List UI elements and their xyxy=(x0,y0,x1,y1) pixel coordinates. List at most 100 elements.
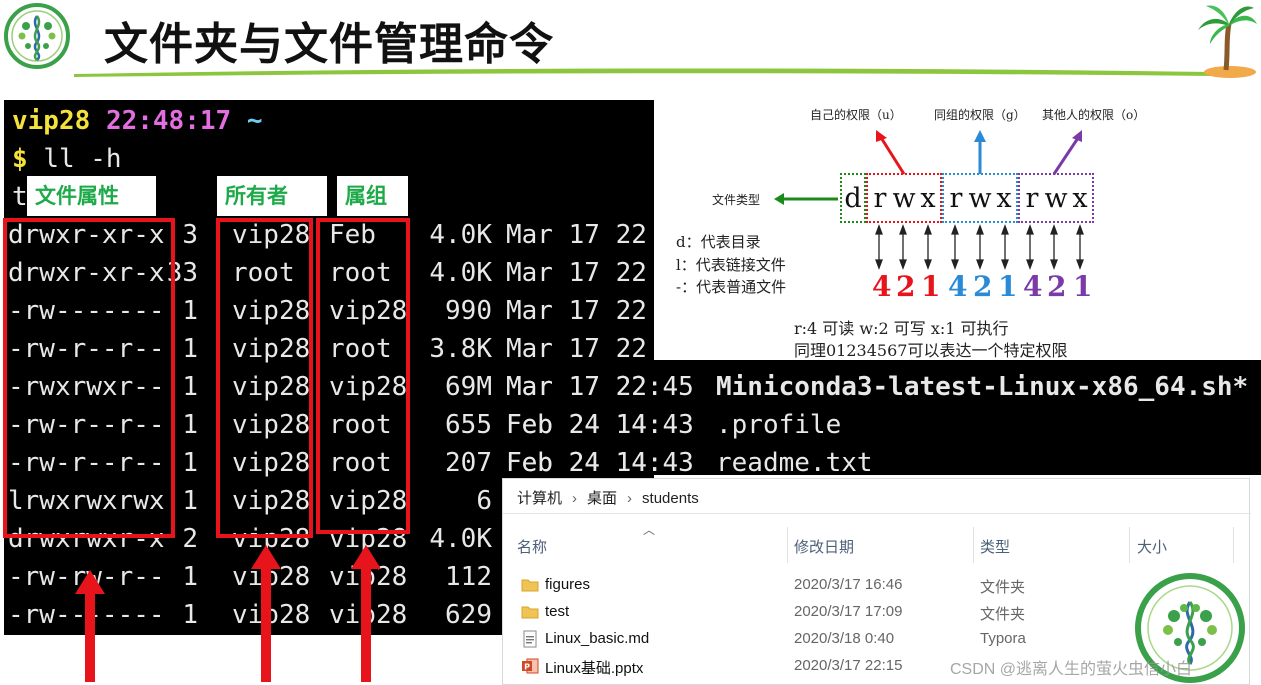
column-divider[interactable] xyxy=(973,527,974,563)
column-header-name[interactable]: 名称 xyxy=(517,536,547,557)
permission-number: 2 xyxy=(896,270,916,303)
row-size: 207 xyxy=(445,448,492,478)
powerpoint-file-icon: P xyxy=(522,658,539,674)
command-text: ll -h xyxy=(43,144,122,174)
column-divider[interactable] xyxy=(1233,527,1234,563)
prompt-line: vip28 22:48:17 ~ xyxy=(12,102,262,140)
permission-summary: 同理01234567可以表达一个特定权限 xyxy=(794,341,1068,360)
row-size: 3.8K xyxy=(429,334,492,364)
sort-ascending-icon: ︿ xyxy=(643,523,656,537)
file-type: 文件夹 xyxy=(980,579,1026,596)
row-date: Mar 17 22 xyxy=(506,296,647,326)
row-size: 6 xyxy=(476,486,492,516)
column-header-date[interactable]: 修改日期 xyxy=(794,536,854,557)
total-line: t xyxy=(12,182,28,212)
user-rwx-box: r w x xyxy=(866,173,942,223)
perm-char: x xyxy=(920,182,936,214)
folder-icon xyxy=(521,579,539,592)
perm-column-highlight xyxy=(3,218,175,538)
label-group: 属组 xyxy=(337,176,408,216)
row-size: 4.0K xyxy=(429,220,492,250)
row-date-full: Feb 24 14:43 xyxy=(506,410,694,440)
row-size: 69M xyxy=(445,372,492,402)
file-modified-date: 2020/3/17 22:15 xyxy=(794,657,903,674)
file-type: Typora xyxy=(980,630,1026,647)
row-date: Mar 17 22 xyxy=(506,258,647,288)
file-modified-date: 2020/3/17 16:46 xyxy=(794,576,903,593)
row-date: Mar 17 22 xyxy=(506,334,647,364)
chevron-right-icon: › xyxy=(572,490,578,507)
file-name: figures xyxy=(545,576,591,593)
arrow-up-owner xyxy=(251,545,281,682)
column-divider[interactable] xyxy=(1129,527,1130,563)
group-rwx-box: r w x xyxy=(942,173,1018,223)
row-size: 655 xyxy=(445,410,492,440)
prompt-symbol: $ xyxy=(12,144,28,174)
arrow-up-perm xyxy=(75,570,105,682)
permission-number: 1 xyxy=(998,270,1018,303)
row-filename: .profile xyxy=(716,410,842,440)
permission-number: 4 xyxy=(1023,270,1043,303)
file-modified-date: 2020/3/18 0:40 xyxy=(794,630,895,647)
group-column-highlight xyxy=(316,218,410,534)
breadcrumb: 计算机 › 桌面 › students xyxy=(517,487,699,508)
row-size: 4.0K xyxy=(429,258,492,288)
prompt-tilde: ~ xyxy=(246,106,263,136)
permission-number: 1 xyxy=(1073,270,1093,303)
csdn-watermark: CSDN @逃离人生的萤火虫信小白 xyxy=(950,661,1193,678)
row-link-count: 1 xyxy=(182,562,198,592)
breadcrumb-computer[interactable]: 计算机 xyxy=(517,490,562,507)
permission-number: 4 xyxy=(872,270,892,303)
permission-number: 2 xyxy=(1047,270,1067,303)
label-owner: 所有者 xyxy=(217,176,327,216)
row-date-full: Feb 24 14:43 xyxy=(506,448,694,478)
perm-char: r xyxy=(873,182,887,214)
rwx-values-line: r:4 可读 w:2 可写 x:1 可执行 xyxy=(794,319,1009,338)
perm-char: r xyxy=(1025,182,1039,214)
perm-char: x xyxy=(996,182,1012,214)
legend-regular: -：代表普通文件 xyxy=(676,278,787,296)
breadcrumb-students[interactable]: students xyxy=(642,490,699,507)
file-modified-date: 2020/3/17 17:09 xyxy=(794,603,903,620)
row-date-full: Mar 17 22:45 xyxy=(506,372,694,402)
file-type-label: 文件类型 xyxy=(712,193,761,207)
legend-directory: d：代表目录 xyxy=(676,233,761,251)
arrow-up-group xyxy=(351,545,381,682)
row-size: 629 xyxy=(445,600,492,630)
other-rwx-box: r w x xyxy=(1018,173,1094,223)
permission-number: 1 xyxy=(921,270,941,303)
folder-icon xyxy=(521,606,539,619)
markdown-file-icon xyxy=(523,630,537,648)
column-header-type[interactable]: 类型 xyxy=(980,536,1010,557)
row-size: 112 xyxy=(445,562,492,592)
dna-tree-logo xyxy=(4,3,70,69)
owner-column-highlight xyxy=(216,218,313,538)
label-file-attributes: 文件属性 xyxy=(27,176,156,216)
prompt-time: 22:48:17 xyxy=(105,106,232,136)
svg-text:P: P xyxy=(524,663,530,672)
permission-number: 2 xyxy=(973,270,993,303)
column-divider[interactable] xyxy=(787,527,788,563)
file-type-char: d xyxy=(844,182,862,214)
perm-char: r xyxy=(949,182,963,214)
row-size: 990 xyxy=(445,296,492,326)
file-name: Linux基础.pptx xyxy=(545,660,644,677)
breadcrumb-desktop[interactable]: 桌面 xyxy=(587,490,617,507)
row-filename: Miniconda3-latest-Linux-x86_64.sh* xyxy=(716,372,1249,402)
palm-tree-icon xyxy=(1198,5,1257,78)
column-header-size[interactable]: 大小 xyxy=(1137,536,1167,557)
prompt-user: vip28 xyxy=(12,106,91,136)
perm-char: w xyxy=(968,182,992,214)
title-underline-swoosh xyxy=(74,68,1214,77)
row-filename: readme.txt xyxy=(716,448,873,478)
file-type-box: d xyxy=(840,173,866,223)
legend-link: l：代表链接文件 xyxy=(676,256,786,274)
command-line: $ ll -h xyxy=(12,140,122,178)
perm-char: x xyxy=(1072,182,1088,214)
chevron-right-icon: › xyxy=(627,490,633,507)
perm-char: w xyxy=(1044,182,1068,214)
permission-number: 4 xyxy=(948,270,968,303)
permission-diagram: 自己的权限（u） 同组的权限（g） 其他人的权限（o） 文件类型 d r w x… xyxy=(654,100,1248,360)
row-size: 4.0K xyxy=(429,524,492,554)
perm-char: w xyxy=(892,182,916,214)
